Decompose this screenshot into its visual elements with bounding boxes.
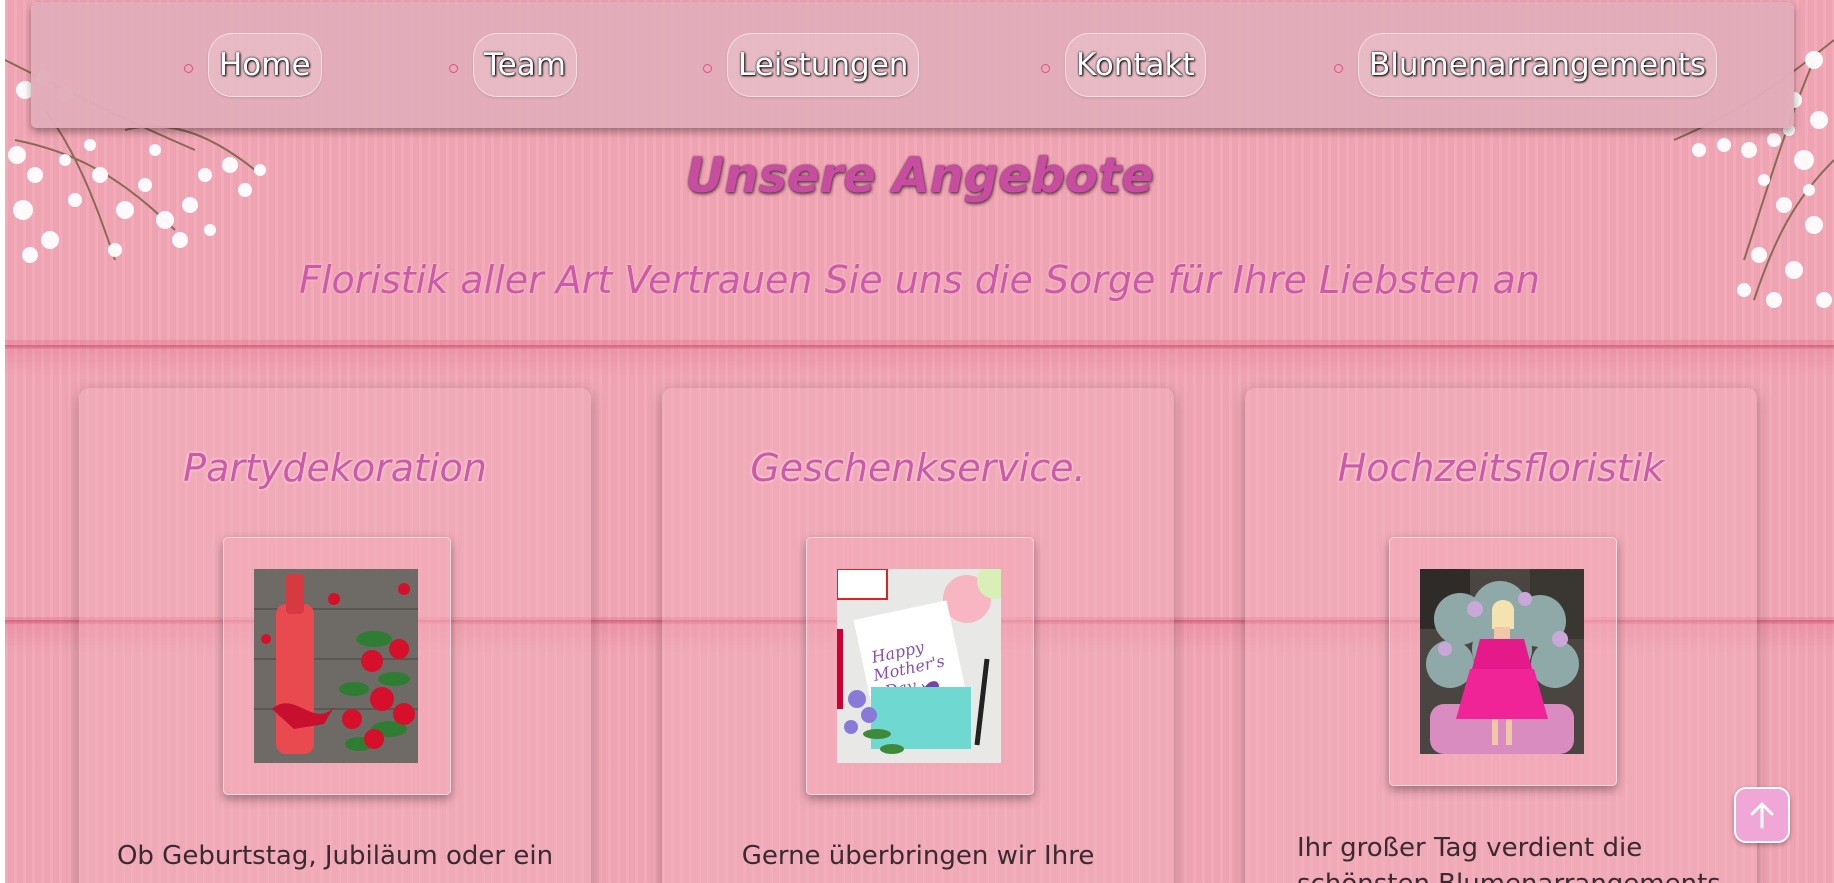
page-background: Unsere Angebote Floristik aller Art Vert… — [5, 0, 1834, 883]
card-description-line: Ihr großer Tag verdient die — [1297, 833, 1643, 863]
offer-card-hochzeitsfloristik: Hochzeitsfloristik Ihr großer Tag verdie… — [1245, 388, 1757, 883]
nav-link-team[interactable]: Team — [473, 33, 577, 97]
bride-pink-dress-image — [1420, 569, 1584, 754]
photo-frame — [1389, 537, 1617, 786]
page-title: Unsere Angebote — [685, 148, 1154, 204]
plank-seam — [5, 345, 1834, 349]
arrow-up-icon — [1750, 802, 1774, 829]
nav-link-home[interactable]: Home — [208, 33, 322, 97]
bullet-icon — [449, 64, 458, 73]
main-navigation: Home Team Leistungen Kontakt Blumenarran… — [31, 2, 1794, 128]
card-description: Ob Geburtstag, Jubiläum oder ein — [116, 841, 554, 871]
wine-roses-image — [254, 569, 418, 763]
photo-frame: Happy Mother's Day — [806, 537, 1034, 795]
mothers-day-card-image: Happy Mother's Day — [837, 569, 1001, 763]
bullet-icon — [703, 64, 712, 73]
card-description-line: schönsten Blumenarrangements — [1297, 866, 1757, 883]
offer-card-geschenkservice: Geschenkservice. Happy Mother's Day — [662, 388, 1174, 883]
bullet-icon — [1041, 64, 1050, 73]
nav-link-kontakt[interactable]: Kontakt — [1065, 33, 1206, 97]
card-title: Geschenkservice. — [750, 446, 1086, 490]
page-subtitle: Floristik aller Art Vertrauen Sie uns di… — [299, 258, 1540, 302]
card-description: Ihr großer Tag verdient die schönsten Bl… — [1245, 830, 1757, 883]
bullet-icon — [184, 64, 193, 73]
card-title: Partydekoration — [183, 446, 487, 490]
scroll-to-top-button[interactable] — [1734, 787, 1790, 843]
nav-link-blumenarrangements[interactable]: Blumenarrangements — [1358, 33, 1718, 97]
offer-card-partydekoration: Partydekoration Ob Geburtstag, Jubiläum … — [79, 388, 591, 883]
bullet-icon — [1334, 64, 1343, 73]
card-description: Gerne überbringen wir Ihre — [741, 841, 1095, 871]
photo-frame — [223, 537, 451, 795]
nav-link-leistungen[interactable]: Leistungen — [727, 33, 920, 97]
card-title: Hochzeitsfloristik — [1337, 446, 1665, 490]
